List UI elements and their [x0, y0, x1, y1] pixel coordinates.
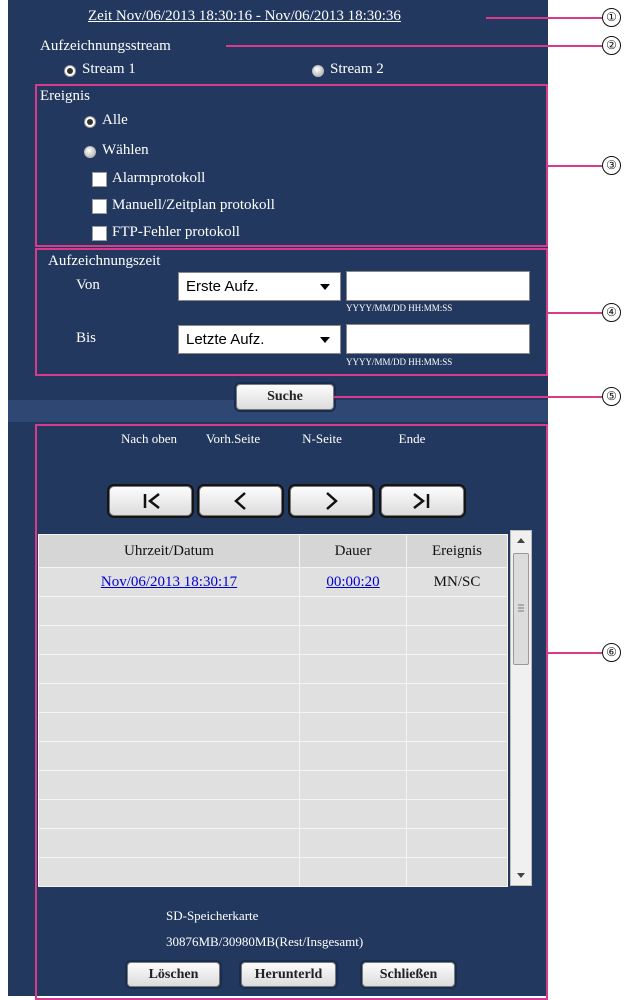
alarm-log-label: Alarmprotokoll — [112, 170, 206, 186]
nav-next-label: N-Seite — [302, 431, 342, 446]
rec-time-title: Aufzeichnungszeit — [48, 253, 161, 269]
stream1-label: Stream 1 — [82, 61, 136, 77]
table-row — [38, 828, 508, 858]
manual-log-label: Manuell/Zeitplan protokoll — [112, 197, 275, 213]
event-section — [35, 84, 548, 247]
nav-end-label: Ende — [398, 431, 426, 446]
callout-2-line — [226, 45, 602, 47]
results-scrollbar[interactable] — [510, 530, 532, 886]
from-select-value: Erste Aufz. — [186, 278, 259, 295]
ftp-error-label: FTP-Fehler protokoll — [112, 224, 240, 240]
column-header-duration: Dauer — [299, 534, 407, 568]
chevron-right-icon — [326, 492, 338, 510]
callout-1-line — [486, 17, 602, 19]
chevron-left-icon — [234, 492, 246, 510]
next-page-button[interactable] — [290, 486, 373, 516]
event-cell: MN/SC — [406, 567, 508, 597]
time-range-text: Zeit Nov/06/2013 18:30:16 - Nov/06/2013 … — [88, 8, 401, 24]
duration-cell: 00:00:20 — [299, 567, 407, 597]
download-button[interactable]: Herunterld — [241, 962, 336, 987]
callout-4: ④ — [602, 303, 621, 322]
to-format-hint: YYYY/MM/DD HH:MM:SS — [346, 357, 453, 367]
table-row — [38, 857, 508, 887]
datetime-cell: Nov/06/2013 18:30:17 — [38, 567, 300, 597]
nav-prev-label: Vorh.Seite — [205, 431, 261, 446]
datetime-link[interactable]: Nov/06/2013 18:30:17 — [101, 574, 237, 590]
table-header-row: Uhrzeit/Datum Dauer Ereignis — [38, 534, 508, 568]
event-all-radio[interactable] — [84, 116, 96, 128]
stream1-radio[interactable] — [64, 65, 76, 77]
callout-5-line — [334, 396, 602, 398]
callout-1: ① — [602, 8, 621, 27]
close-button[interactable]: Schließen — [362, 962, 455, 987]
table-row — [38, 741, 508, 771]
to-label: Bis — [76, 330, 97, 346]
column-header-event: Ereignis — [406, 534, 508, 568]
stream2-label: Stream 2 — [330, 61, 384, 77]
scroll-thumb[interactable] — [513, 553, 529, 665]
table-row — [38, 654, 508, 684]
callout-6-line — [548, 652, 602, 654]
first-page-button[interactable] — [109, 486, 192, 516]
search-button[interactable]: Suche — [236, 384, 334, 410]
from-label: Von — [76, 277, 100, 293]
sd-card-label: SD-Speicherkarte — [166, 908, 259, 923]
first-page-icon — [143, 493, 160, 509]
event-select-radio[interactable] — [84, 146, 96, 158]
event-select-label: Wählen — [102, 142, 149, 158]
chevron-down-icon — [320, 284, 330, 290]
nav-top-label: Nach oben — [121, 431, 177, 446]
callout-6: ⑥ — [602, 643, 621, 662]
table-row — [38, 596, 508, 626]
from-date-input[interactable] — [346, 271, 530, 301]
duration-link[interactable]: 00:00:20 — [326, 574, 379, 590]
callout-2: ② — [602, 36, 621, 55]
sd-capacity-text: 30876MB/30980MB(Rest/Insgesamt) — [166, 934, 364, 949]
last-page-button[interactable] — [381, 486, 464, 516]
alarm-log-checkbox[interactable] — [92, 172, 107, 187]
table-row: Nov/06/2013 18:30:17 00:00:20 MN/SC — [38, 567, 508, 597]
table-row — [38, 712, 508, 742]
event-all-label: Alle — [102, 112, 128, 128]
stream2-radio[interactable] — [312, 65, 324, 77]
last-page-icon — [413, 493, 430, 509]
results-table: Uhrzeit/Datum Dauer Ereignis Nov/06/2013… — [38, 534, 508, 887]
chevron-down-icon — [320, 337, 330, 343]
to-select[interactable]: Letzte Aufz. — [178, 325, 341, 354]
scroll-up-icon[interactable] — [517, 538, 525, 543]
scroll-down-icon[interactable] — [517, 873, 525, 878]
manual-log-checkbox[interactable] — [92, 199, 107, 214]
event-title: Ereignis — [40, 88, 90, 104]
callout-4-line — [548, 312, 602, 314]
grip-icon — [518, 604, 524, 612]
stream-title: Aufzeichnungsstream — [40, 38, 171, 54]
table-row — [38, 770, 508, 800]
from-format-hint: YYYY/MM/DD HH:MM:SS — [346, 303, 453, 313]
to-date-input[interactable] — [346, 324, 530, 354]
prev-page-button[interactable] — [199, 486, 282, 516]
to-select-value: Letzte Aufz. — [186, 331, 265, 348]
table-row — [38, 625, 508, 655]
callout-3: ③ — [602, 156, 621, 175]
table-row — [38, 799, 508, 829]
column-header-datetime: Uhrzeit/Datum — [38, 534, 300, 568]
ftp-error-checkbox[interactable] — [92, 226, 107, 241]
delete-button[interactable]: Löschen — [127, 962, 220, 987]
from-select[interactable]: Erste Aufz. — [178, 272, 341, 301]
callout-5: ⑤ — [602, 387, 621, 406]
table-row — [38, 683, 508, 713]
callout-3-line — [548, 165, 602, 167]
